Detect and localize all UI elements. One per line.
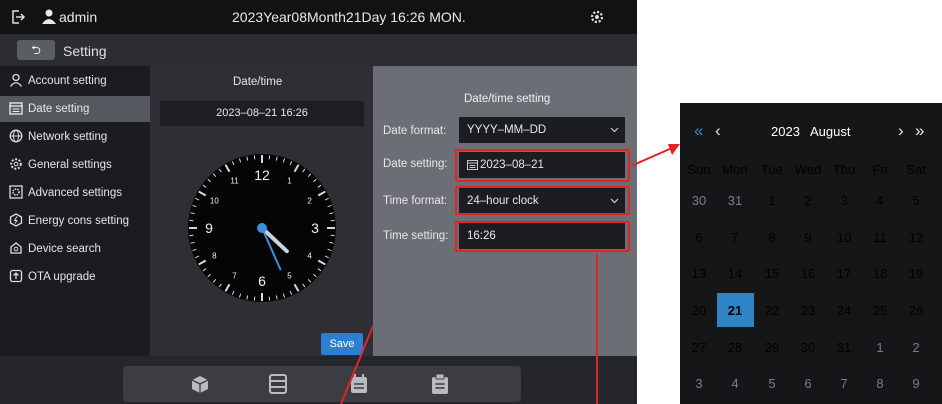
calendar-day[interactable]: 21 <box>717 303 753 318</box>
calendar-day[interactable]: 29 <box>754 340 790 355</box>
calendar-day[interactable]: 20 <box>681 303 717 318</box>
calendar-day[interactable]: 23 <box>790 303 826 318</box>
calendar-day[interactable]: 6 <box>681 230 717 245</box>
calendar-day[interactable]: 1 <box>862 340 898 355</box>
calendar-day[interactable]: 5 <box>898 193 934 208</box>
calendar-day[interactable]: 28 <box>717 340 753 355</box>
calendar-day[interactable]: 26 <box>898 303 934 318</box>
calendar-day[interactable]: 7 <box>717 230 753 245</box>
calendar-day[interactable]: 9 <box>790 230 826 245</box>
callout-line <box>340 325 374 404</box>
calendar-day[interactable]: 31 <box>826 340 862 355</box>
calendar-day[interactable]: 16 <box>790 266 826 281</box>
weekday-header: Thu <box>832 162 856 177</box>
calendar-day[interactable]: 3 <box>681 376 717 391</box>
calendar-day[interactable]: 30 <box>790 340 826 355</box>
calendar-day[interactable]: 3 <box>826 193 862 208</box>
calendar-day[interactable]: 12 <box>898 230 934 245</box>
weekday-header: Sun <box>687 162 711 177</box>
weekday-header: Wed <box>794 162 822 177</box>
calendar-day[interactable]: 27 <box>681 340 717 355</box>
calendar-day[interactable]: 19 <box>898 266 934 281</box>
date-picker-calendar <box>680 103 942 404</box>
calendar-month: August <box>810 124 851 139</box>
calendar-day[interactable]: 22 <box>754 303 790 318</box>
calendar-day[interactable]: 7 <box>826 376 862 391</box>
calendar-day[interactable]: 31 <box>717 193 753 208</box>
calendar-day[interactable]: 17 <box>826 266 862 281</box>
calendar-day[interactable]: 1 <box>754 193 790 208</box>
calendar-day[interactable]: 15 <box>754 266 790 281</box>
weekday-header: Sat <box>906 162 926 177</box>
weekday-header: Mon <box>722 162 748 177</box>
calendar-day[interactable]: 13 <box>681 266 717 281</box>
calendar-day[interactable]: 18 <box>862 266 898 281</box>
prev-month-button[interactable]: ‹ <box>715 121 721 141</box>
weekday-header: Fri <box>872 162 888 177</box>
calendar-day[interactable]: 4 <box>717 376 753 391</box>
calendar-day[interactable]: 11 <box>862 230 898 245</box>
calendar-day[interactable]: 25 <box>862 303 898 318</box>
calendar-day[interactable]: 9 <box>898 376 934 391</box>
calendar-year: 2023 <box>771 124 800 139</box>
callout-line <box>630 147 673 167</box>
calendar-day[interactable]: 8 <box>862 376 898 391</box>
calendar-day[interactable]: 2 <box>898 340 934 355</box>
calendar-day[interactable]: 2 <box>790 193 826 208</box>
calendar-day[interactable]: 5 <box>754 376 790 391</box>
next-year-button[interactable]: » <box>915 121 924 141</box>
calendar-day[interactable]: 30 <box>681 193 717 208</box>
calendar-day[interactable]: 10 <box>826 230 862 245</box>
next-month-button[interactable]: › <box>898 121 904 141</box>
calendar-day[interactable]: 4 <box>862 193 898 208</box>
prev-year-button[interactable]: « <box>694 121 703 141</box>
weekday-header: Tue <box>761 162 783 177</box>
calendar-day[interactable]: 6 <box>790 376 826 391</box>
calendar-day[interactable]: 8 <box>754 230 790 245</box>
calendar-day[interactable]: 24 <box>826 303 862 318</box>
calendar-day[interactable]: 14 <box>717 266 753 281</box>
